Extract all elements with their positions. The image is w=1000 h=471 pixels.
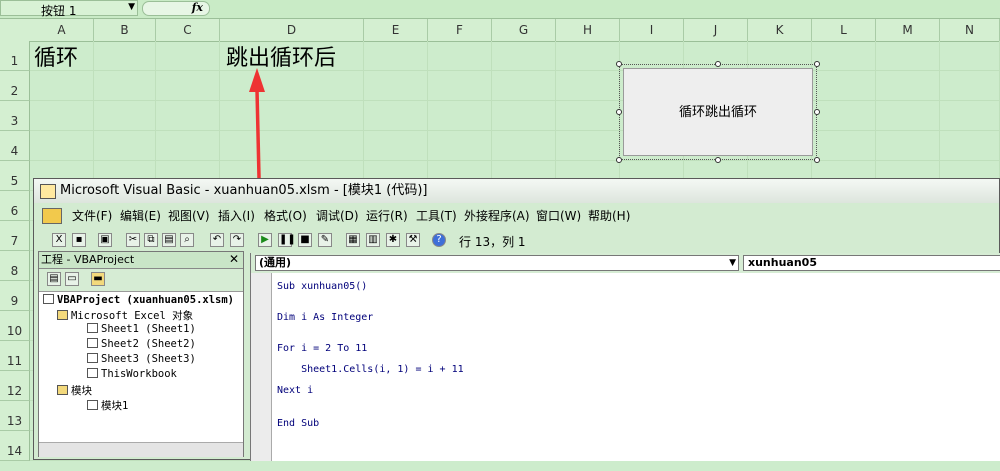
workbook-icon	[87, 368, 98, 378]
folder-icon	[57, 385, 68, 395]
code-line[interactable]: Sub xunhuan05()	[277, 281, 367, 292]
module-icon	[87, 400, 98, 410]
code-window-header: (通用) ▼ xunhuan05	[251, 253, 1000, 273]
vbe-title: Microsoft Visual Basic - xuanhuan05.xlsm…	[60, 183, 428, 198]
redo-icon[interactable]: ↷	[230, 233, 244, 247]
menu-edit[interactable]: 编辑(E)	[120, 205, 161, 227]
code-line[interactable]: Sheet1.Cells(i, 1) = i + 11	[277, 364, 464, 375]
tree-node-module1[interactable]: 模块1	[87, 398, 128, 413]
code-line[interactable]: Dim i As Integer	[277, 312, 373, 323]
project-explorer-title-bar: 工程 - VBAProject ✕	[39, 252, 243, 269]
excel-view-icon[interactable]: X	[52, 233, 66, 247]
sheet-icon	[87, 353, 98, 363]
copy-icon[interactable]: ⧉	[144, 233, 158, 247]
menu-debug[interactable]: 调试(D)	[316, 205, 359, 227]
object-browser-icon[interactable]: ✱	[386, 233, 400, 247]
menu-format[interactable]: 格式(O)	[264, 205, 307, 227]
tree-node-sheet1[interactable]: Sheet1 (Sheet1)	[87, 323, 196, 335]
project-explorer-toolbar: ▤ ▭ ▬	[39, 269, 243, 292]
stop-icon[interactable]: ■	[298, 233, 312, 247]
tree-node-vbaproject[interactable]: VBAProject (xuanhuan05.xlsm)	[43, 294, 234, 306]
code-line[interactable]: Next i	[277, 385, 313, 396]
tree-node-sheet3[interactable]: Sheet3 (Sheet3)	[87, 353, 196, 365]
object-combobox[interactable]: (通用) ▼	[255, 255, 739, 271]
menu-file[interactable]: 文件(F)	[72, 205, 112, 227]
project-explorer[interactable]: 工程 - VBAProject ✕ ▤ ▭ ▬ VBAProject (xuan…	[38, 251, 244, 457]
vbe-toolbar: X ▪ ▣ ✂ ⧉ ▤ ⌕ ↶ ↷ ▶ ❚❚ ■ ✎ ▦ ▥ ✱ ⚒ ? 行 1…	[34, 229, 646, 253]
project-explorer-title: 工程 - VBAProject	[41, 253, 135, 266]
menu-addins[interactable]: 外接程序(A)	[464, 205, 530, 227]
watermark-url: jingyan.baidu.com	[862, 439, 982, 454]
vbe-menu-bar: 文件(F) 编辑(E) 视图(V) 插入(I) 格式(O) 调试(D) 运行(R…	[34, 205, 999, 227]
toggle-folders-icon[interactable]: ▬	[91, 272, 105, 286]
menu-help[interactable]: 帮助(H)	[588, 205, 630, 227]
view-code-icon[interactable]: ▤	[47, 272, 61, 286]
undo-icon[interactable]: ↶	[210, 233, 224, 247]
procedure-combobox-value: xunhuan05	[748, 256, 817, 269]
menu-view[interactable]: 视图(V)	[168, 205, 210, 227]
cut-icon[interactable]: ✂	[126, 233, 140, 247]
project-tree: VBAProject (xuanhuan05.xlsm) Microsoft E…	[39, 292, 243, 442]
menu-window[interactable]: 窗口(W)	[536, 205, 581, 227]
code-gutter[interactable]	[251, 273, 272, 461]
chevron-down-icon[interactable]: ▼	[729, 256, 736, 270]
code-line[interactable]: For i = 2 To 11	[277, 343, 367, 354]
help-icon[interactable]: ?	[432, 233, 446, 247]
vbe-title-bar[interactable]: Microsoft Visual Basic - xuanhuan05.xlsm…	[34, 179, 999, 203]
tree-node-thisworkbook[interactable]: ThisWorkbook	[87, 368, 177, 380]
menu-run[interactable]: 运行(R)	[366, 205, 408, 227]
vbaproject-icon	[43, 294, 54, 304]
insert-module-icon[interactable]: ▪	[72, 233, 86, 247]
code-line[interactable]: End Sub	[277, 418, 319, 429]
arrow-head	[249, 68, 265, 92]
pause-icon[interactable]: ❚❚	[278, 233, 296, 247]
tree-node-excel-objects[interactable]: Microsoft Excel 对象	[57, 308, 193, 323]
save-icon[interactable]: ▣	[98, 233, 112, 247]
design-mode-icon[interactable]: ✎	[318, 233, 332, 247]
close-icon[interactable]: ✕	[229, 252, 241, 266]
vba-app-icon[interactable]	[42, 208, 62, 224]
sheet-icon	[87, 338, 98, 348]
view-object-icon[interactable]: ▭	[65, 272, 79, 286]
menu-tools[interactable]: 工具(T)	[416, 205, 457, 227]
properties-icon[interactable]: ▥	[366, 233, 380, 247]
menu-insert[interactable]: 插入(I)	[218, 205, 255, 227]
tree-node-modules[interactable]: 模块	[57, 383, 92, 398]
cursor-position: 行 13，列 1	[459, 235, 526, 249]
find-icon[interactable]: ⌕	[180, 233, 194, 247]
horizontal-scrollbar[interactable]	[39, 442, 243, 457]
project-explorer-icon[interactable]: ▦	[346, 233, 360, 247]
folder-icon	[57, 310, 68, 320]
toolbox-icon[interactable]: ⚒	[406, 233, 420, 247]
run-icon[interactable]: ▶	[258, 233, 272, 247]
vbe-app-icon	[40, 184, 56, 199]
sheet-icon	[87, 323, 98, 333]
paste-icon[interactable]: ▤	[162, 233, 176, 247]
tree-node-sheet2[interactable]: Sheet2 (Sheet2)	[87, 338, 196, 350]
procedure-combobox[interactable]: xunhuan05	[743, 255, 1000, 271]
watermark-brand: Bai经验	[845, 389, 982, 430]
object-combobox-value: (通用)	[259, 256, 292, 269]
